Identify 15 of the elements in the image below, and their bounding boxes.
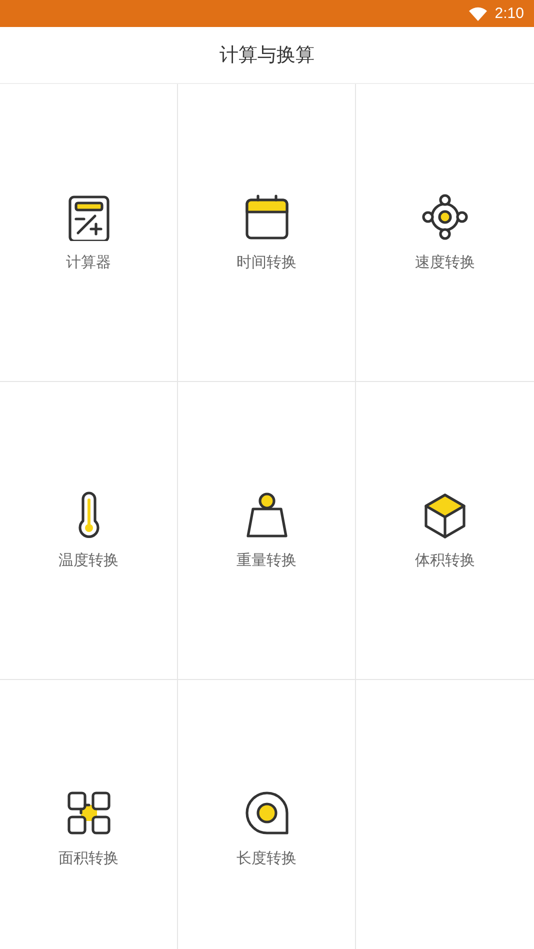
tool-tile[interactable]: 计算器 — [0, 84, 178, 382]
target-icon — [421, 193, 469, 241]
tool-tile[interactable]: 重量转换 — [178, 382, 356, 680]
tape-measure-icon — [242, 789, 290, 837]
tool-tile[interactable]: 速度转换 — [356, 84, 534, 382]
tool-tile[interactable]: 时间转换 — [178, 84, 356, 382]
tool-tile[interactable]: 体积转换 — [356, 382, 534, 680]
tool-tile[interactable]: 长度转换 — [178, 680, 356, 949]
calendar-icon — [242, 193, 290, 241]
grid-icon — [64, 789, 112, 837]
status-time: 2:10 — [494, 5, 524, 22]
wifi-icon — [468, 6, 487, 20]
tool-tile[interactable]: 温度转换 — [0, 382, 178, 680]
page-title: 计算与换算 — [220, 43, 314, 68]
tool-tile[interactable]: 面积转换 — [0, 680, 178, 949]
